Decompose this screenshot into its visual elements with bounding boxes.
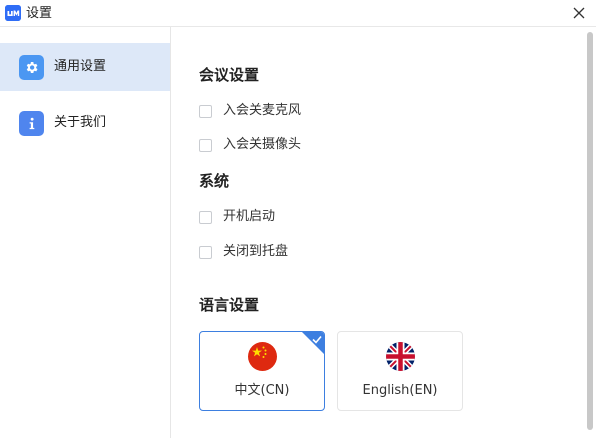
sidebar-item-about[interactable]: 关于我们 xyxy=(0,99,170,147)
mute-mic-on-join-option[interactable]: 入会关麦克风 xyxy=(199,102,301,120)
info-icon xyxy=(19,111,44,136)
language-option-label: 中文(CN) xyxy=(234,383,290,398)
mute-mic-on-join-checkbox[interactable] xyxy=(199,104,212,118)
uk-flag-icon xyxy=(386,342,415,371)
mute-mic-on-join-label: 入会关麦克风 xyxy=(223,103,302,118)
selected-check-icon xyxy=(302,332,324,354)
scrollbar-thumb[interactable] xyxy=(587,32,593,430)
close-to-tray-label: 关闭到托盘 xyxy=(223,244,289,259)
language-settings-heading: 语言设置 xyxy=(199,296,260,314)
settings-panel: 会议设置 入会关麦克风 入会关摄像头 系统 开机启动 关闭到托盘 语言设置 中文… xyxy=(171,27,596,438)
app-logo-icon xyxy=(5,5,21,21)
close-to-tray-option[interactable]: 关闭到托盘 xyxy=(199,243,288,261)
camera-off-on-join-option[interactable]: 入会关摄像头 xyxy=(199,136,301,154)
language-option-chinese[interactable]: 中文(CN) xyxy=(199,331,325,411)
title-bar: 设置 xyxy=(0,0,596,27)
launch-on-startup-checkbox[interactable] xyxy=(199,210,212,224)
meeting-settings-heading: 会议设置 xyxy=(199,66,260,84)
sidebar-item-label: 通用设置 xyxy=(54,59,107,74)
close-icon xyxy=(573,7,585,19)
launch-on-startup-label: 开机启动 xyxy=(223,209,276,224)
language-option-label: English(EN) xyxy=(362,383,438,398)
launch-on-startup-option[interactable]: 开机启动 xyxy=(199,208,275,226)
camera-off-on-join-label: 入会关摄像头 xyxy=(223,137,302,152)
system-heading: 系统 xyxy=(199,172,230,190)
gear-icon xyxy=(19,55,44,80)
sidebar-item-label: 关于我们 xyxy=(54,115,107,130)
china-flag-icon xyxy=(248,342,277,371)
camera-off-on-join-checkbox[interactable] xyxy=(199,138,212,152)
close-button[interactable] xyxy=(568,3,590,23)
sidebar: 通用设置 关于我们 xyxy=(0,27,171,438)
sidebar-item-general[interactable]: 通用设置 xyxy=(0,43,170,91)
close-to-tray-checkbox[interactable] xyxy=(199,245,212,259)
language-option-english[interactable]: English(EN) xyxy=(337,331,463,411)
window-title: 设置 xyxy=(26,6,53,21)
